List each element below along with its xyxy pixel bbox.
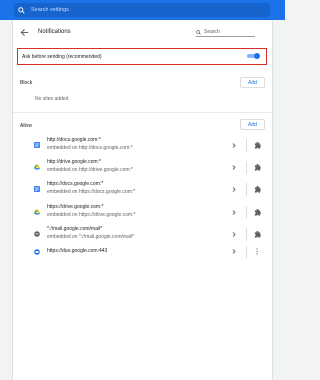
site-row[interactable]: https://duo.google.com:443 — [13, 244, 272, 266]
page-title: Notifications — [38, 29, 71, 35]
puzzle-icon[interactable] — [254, 142, 261, 149]
chevron-right-icon[interactable] — [232, 210, 236, 215]
settings-search-input[interactable] — [31, 7, 251, 13]
puzzle-icon[interactable] — [254, 231, 261, 238]
site-url: http://drive.google.com:* — [47, 159, 101, 165]
toggle-knob — [254, 53, 260, 59]
search-icon — [196, 29, 201, 35]
chevron-right-icon[interactable] — [232, 187, 236, 192]
block-section-label: Block — [20, 80, 33, 86]
ask-before-sending-label: Ask before sending (recommended) — [22, 53, 102, 60]
chevron-right-icon[interactable] — [232, 165, 236, 170]
back-arrow-icon[interactable] — [20, 28, 29, 37]
site-row[interactable]: *://mail.google.com/mail* embedded on *:… — [13, 224, 272, 246]
drive-icon — [34, 209, 40, 215]
settings-toolbar — [0, 0, 285, 20]
puzzle-icon[interactable] — [254, 209, 261, 216]
site-url: http://docs.google.com:* — [47, 137, 101, 143]
allow-add-button[interactable]: Add — [240, 119, 265, 130]
site-embedded-on: embedded on *://mail.google.com/mail* — [47, 234, 134, 240]
chevron-right-icon[interactable] — [232, 249, 236, 254]
site-embedded-on: embedded on https://docs.google.com:* — [47, 189, 136, 195]
docs-icon — [34, 142, 40, 148]
puzzle-icon[interactable] — [254, 186, 261, 193]
puzzle-icon[interactable] — [254, 164, 261, 171]
duo-icon — [34, 249, 40, 255]
page-header: Notifications — [13, 20, 272, 44]
site-search-input[interactable] — [204, 29, 252, 35]
docs-icon — [34, 186, 40, 192]
ask-before-sending-row[interactable]: Ask before sending (recommended) — [17, 48, 267, 65]
site-row[interactable]: http://docs.google.com:* embedded on htt… — [13, 135, 272, 157]
site-url: *://mail.google.com/mail* — [47, 226, 103, 232]
site-url: https://drive.google.com:* — [47, 204, 104, 210]
more-vert-icon[interactable] — [254, 248, 260, 255]
ask-before-sending-toggle[interactable] — [247, 53, 260, 59]
mail-icon — [34, 231, 40, 237]
allow-section-label: Allow — [20, 123, 32, 129]
site-search-box[interactable] — [196, 28, 255, 37]
site-row[interactable]: https://docs.google.com:* embedded on ht… — [13, 179, 272, 201]
site-row[interactable]: https://drive.google.com:* embedded on h… — [13, 202, 272, 224]
section-divider — [13, 112, 272, 113]
vertical-separator — [246, 139, 247, 152]
site-embedded-on: embedded on http://docs.google.com:* — [47, 145, 133, 151]
vertical-separator — [246, 183, 247, 196]
vertical-separator — [246, 161, 247, 174]
search-icon — [18, 6, 25, 14]
drive-icon — [34, 164, 40, 170]
block-empty-text: No sites added — [35, 96, 69, 102]
settings-search-box[interactable] — [14, 3, 270, 17]
vertical-separator — [246, 228, 247, 241]
site-row[interactable]: http://drive.google.com:* embedded on ht… — [13, 157, 272, 179]
block-add-button[interactable]: Add — [240, 77, 265, 88]
site-url: https://docs.google.com:* — [47, 181, 104, 187]
chevron-right-icon[interactable] — [232, 143, 236, 148]
vertical-separator — [246, 206, 247, 219]
site-embedded-on: embedded on http://drive.google.com:* — [47, 167, 133, 173]
site-embedded-on: embedded on https://drive.google.com:* — [47, 212, 136, 218]
site-url: https://duo.google.com:443 — [47, 248, 108, 254]
vertical-separator — [246, 246, 247, 259]
notifications-card: Notifications Ask before sending (recomm… — [13, 20, 272, 380]
chevron-right-icon[interactable] — [232, 232, 236, 237]
